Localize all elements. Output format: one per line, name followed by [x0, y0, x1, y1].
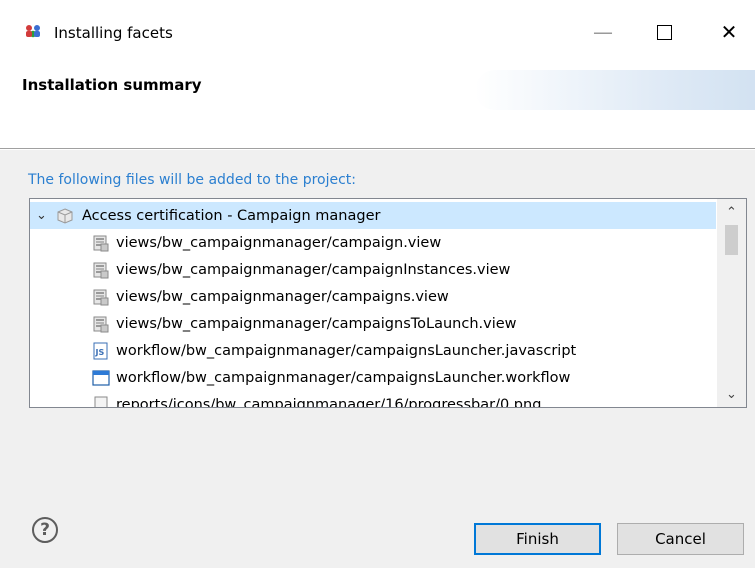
vertical-scrollbar[interactable]: ⌃ ⌄ [717, 199, 746, 407]
chevron-up-icon: ⌃ [726, 204, 737, 220]
help-icon: ? [40, 520, 50, 540]
banner-title: Installation summary [22, 76, 202, 94]
tree-root-label: Access certification - Campaign manager [82, 207, 381, 224]
view-file-icon [93, 235, 109, 251]
view-file-icon [93, 262, 109, 278]
tree-file-label: reports/icons/bw_campaignmanager/16/prog… [116, 396, 542, 408]
package-icon [57, 207, 73, 224]
scroll-up-button[interactable]: ⌃ [717, 201, 746, 223]
javascript-file-icon: JS [93, 342, 108, 359]
tree-file-item[interactable]: views/bw_campaignmanager/campaignsToLaun… [30, 310, 517, 337]
maximize-icon [656, 24, 672, 40]
files-tree[interactable]: ⌄ Access certification - Campaign manage… [29, 198, 747, 408]
title-bar[interactable]: Installing facets — ✕ [0, 0, 755, 56]
tree-file-item[interactable]: JS workflow/bw_campaignmanager/campaigns… [30, 337, 576, 364]
tree-file-item[interactable]: views/bw_campaignmanager/campaign.view [30, 229, 441, 256]
tree-file-label: workflow/bw_campaignmanager/campaignsLau… [116, 369, 571, 386]
facets-app-icon [26, 25, 40, 38]
tree-file-label: views/bw_campaignmanager/campaigns.view [116, 288, 449, 305]
scroll-down-button[interactable]: ⌄ [717, 383, 746, 405]
finish-button[interactable]: Finish [474, 523, 601, 555]
banner-decoration [475, 70, 755, 110]
dialog-content: The following files will be added to the… [0, 150, 755, 475]
chevron-down-icon: ⌄ [726, 386, 737, 402]
help-button[interactable]: ? [32, 517, 58, 543]
tree-file-label: views/bw_campaignmanager/campaign.view [116, 234, 442, 251]
view-file-icon [93, 289, 109, 305]
tree-root-item[interactable]: ⌄ Access certification - Campaign manage… [30, 202, 716, 229]
maximize-button[interactable] [641, 14, 687, 50]
window-title: Installing facets [54, 24, 173, 42]
dialog-banner: Installation summary [0, 56, 755, 148]
tree-file-label: views/bw_campaignmanager/campaignsToLaun… [116, 315, 517, 332]
scrollbar-thumb[interactable] [725, 225, 738, 255]
tree-file-item[interactable]: views/bw_campaignmanager/campaignInstanc… [30, 256, 510, 283]
minimize-button[interactable]: — [580, 14, 626, 50]
tree-file-item[interactable]: workflow/bw_campaignmanager/campaignsLau… [30, 364, 570, 391]
close-icon: ✕ [720, 20, 738, 44]
chevron-down-icon[interactable]: ⌄ [36, 208, 52, 223]
cancel-button[interactable]: Cancel [617, 523, 744, 555]
tree-file-item[interactable]: views/bw_campaignmanager/campaigns.view [30, 283, 449, 310]
minimize-icon: — [593, 20, 613, 44]
close-button[interactable]: ✕ [706, 14, 752, 50]
tree-file-item[interactable]: reports/icons/bw_campaignmanager/16/prog… [30, 391, 542, 408]
generic-file-icon [94, 396, 108, 407]
workflow-file-icon [92, 369, 110, 386]
view-file-icon [93, 316, 109, 332]
tree-file-label: views/bw_campaignmanager/campaignInstanc… [116, 261, 511, 278]
intro-text: The following files will be added to the… [28, 172, 357, 188]
tree-file-label: workflow/bw_campaignmanager/campaignsLau… [116, 342, 577, 359]
svg-text:JS: JS [95, 348, 105, 357]
